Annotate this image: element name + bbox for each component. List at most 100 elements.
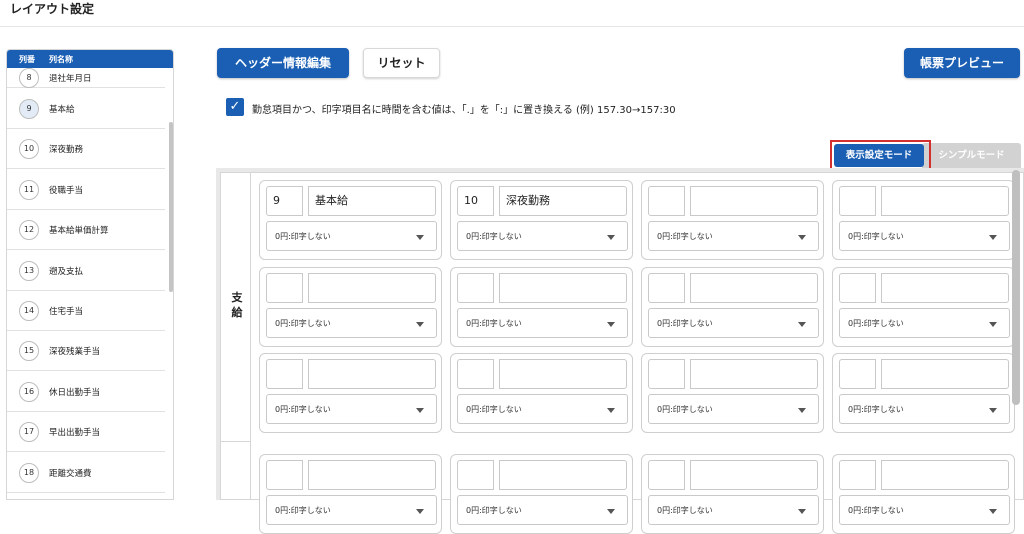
column-number-badge: 15 <box>19 340 39 361</box>
item-number-field[interactable]: 9 <box>266 186 303 216</box>
item-number-field[interactable] <box>266 460 303 490</box>
main-scrollbar[interactable] <box>1012 170 1020 405</box>
item-name-field[interactable] <box>499 460 627 490</box>
item-number-field[interactable] <box>839 359 876 389</box>
sidebar-item-label: 深夜残業手当 <box>49 346 101 357</box>
header-edit-button[interactable]: ヘッダー情報編集 <box>217 48 349 78</box>
chevron-down-icon <box>798 322 806 327</box>
checkmark-icon: ✓ <box>229 99 241 114</box>
item-number-field[interactable] <box>457 359 494 389</box>
section-label-payment: 支給 <box>231 291 243 319</box>
item-name-field[interactable] <box>690 186 818 216</box>
layout-cell: 0円:印字しない <box>832 454 1015 534</box>
sidebar-item-12[interactable]: 12 基本給単価計算 <box>7 210 165 250</box>
sidebar-item-14[interactable]: 14 住宅手当 <box>7 291 165 331</box>
sidebar-item-10[interactable]: 10 深夜勤務 <box>7 129 165 169</box>
item-name-field[interactable] <box>881 359 1009 389</box>
zero-print-select-value: 0円:印字しない <box>657 405 713 414</box>
zero-print-select-value: 0円:印字しない <box>848 506 904 515</box>
zero-print-select[interactable]: 0円:印字しない <box>266 394 437 424</box>
column-list-sidebar: 列番 列名称 8 退社年月日 9 基本給 10 深夜勤務 11 役職手当 12 基本給単価計算 13… <box>6 49 174 500</box>
zero-print-select[interactable]: 0円:印字しない <box>839 308 1010 338</box>
zero-print-select[interactable]: 0円:印字しない <box>839 221 1010 251</box>
zero-print-select[interactable]: 0円:印字しない <box>457 221 628 251</box>
zero-print-select-value: 0円:印字しない <box>848 405 904 414</box>
zero-print-select[interactable]: 0円:印字しない <box>839 394 1010 424</box>
tab-simple-mode[interactable]: シンプルモード <box>922 143 1021 169</box>
item-number-field[interactable] <box>839 460 876 490</box>
layout-cell: 0円:印字しない <box>259 454 442 534</box>
chevron-down-icon <box>416 322 424 327</box>
item-number-field[interactable] <box>266 273 303 303</box>
sidebar-item-15[interactable]: 15 深夜残業手当 <box>7 331 165 371</box>
column-number-badge: 18 <box>19 462 39 483</box>
reset-button[interactable]: リセット <box>363 48 440 78</box>
preview-button[interactable]: 帳票プレビュー <box>904 48 1020 78</box>
zero-print-select[interactable]: 0円:印字しない <box>457 394 628 424</box>
zero-print-select-value: 0円:印字しない <box>275 232 331 241</box>
zero-print-select[interactable]: 0円:印字しない <box>648 308 819 338</box>
header-column-name: 列名称 <box>49 55 73 64</box>
item-number-field[interactable] <box>648 460 685 490</box>
item-number-field[interactable] <box>839 273 876 303</box>
item-number-field[interactable] <box>648 359 685 389</box>
layout-cell: 0円:印字しない <box>259 267 442 347</box>
item-name-field[interactable] <box>308 359 436 389</box>
chevron-down-icon <box>798 235 806 240</box>
zero-print-select-value: 0円:印字しない <box>466 506 522 515</box>
layout-grid-panel: 支給 9 基本給 0円:印字しない 10 深夜勤務 0円:印字しない 0円:印字しない 0円:… <box>216 168 1024 534</box>
layout-cell: 0円:印字しない <box>832 180 1015 260</box>
replace-time-label: 勤怠項目かつ、印字項目名に時間を含む値は、「.」を「:」に置き換える (例) 1… <box>252 105 676 116</box>
column-number-badge: 10 <box>19 138 39 159</box>
item-name-field[interactable] <box>881 273 1009 303</box>
sidebar-item-label: 遡及支払 <box>49 266 84 277</box>
column-number-badge: 11 <box>19 179 39 200</box>
sidebar-item-label: 基本給 <box>49 104 75 115</box>
item-name-field[interactable] <box>690 359 818 389</box>
item-name-field[interactable] <box>499 359 627 389</box>
item-name-field[interactable]: 深夜勤務 <box>499 186 627 216</box>
sidebar-item-13[interactable]: 13 遡及支払 <box>7 251 165 291</box>
sidebar-item-8[interactable]: 8 退社年月日 <box>7 67 165 88</box>
layout-grid: 支給 9 基本給 0円:印字しない 10 深夜勤務 0円:印字しない 0円:印字しない 0円:… <box>220 172 1024 534</box>
sidebar-item-label: 退社年月日 <box>49 73 92 84</box>
zero-print-select[interactable]: 0円:印字しない <box>457 308 628 338</box>
sidebar-item-label: 早出出勤手当 <box>49 427 101 438</box>
item-number-field[interactable]: 10 <box>457 186 494 216</box>
item-number-field[interactable] <box>648 186 685 216</box>
item-number-field[interactable] <box>457 460 494 490</box>
zero-print-select[interactable]: 0円:印字しない <box>266 308 437 338</box>
zero-print-select[interactable]: 0円:印字しない <box>648 221 819 251</box>
zero-print-select-value: 0円:印字しない <box>466 405 522 414</box>
item-number-field[interactable] <box>839 186 876 216</box>
zero-print-select[interactable]: 0円:印字しない <box>266 221 437 251</box>
sidebar-item-9[interactable]: 9 基本給 <box>7 89 165 129</box>
layout-cell: 0円:印字しない <box>641 180 824 260</box>
item-name-field[interactable] <box>690 273 818 303</box>
sidebar-item-16[interactable]: 16 休日出勤手当 <box>7 372 165 412</box>
sidebar-header: 列番 列名称 <box>7 50 173 68</box>
item-name-field[interactable] <box>308 273 436 303</box>
item-name-field[interactable] <box>881 460 1009 490</box>
item-name-field[interactable] <box>881 186 1009 216</box>
layout-cell: 0円:印字しない <box>641 454 824 534</box>
chevron-down-icon <box>798 408 806 413</box>
item-number-field[interactable] <box>457 273 494 303</box>
sidebar-item-18[interactable]: 18 距離交通費 <box>7 453 165 493</box>
layout-cell: 0円:印字しない <box>450 454 633 534</box>
sidebar-item-11[interactable]: 11 役職手当 <box>7 170 165 210</box>
sidebar-scrollbar[interactable] <box>169 122 173 292</box>
item-name-field[interactable] <box>499 273 627 303</box>
page-title: レイアウト設定 <box>10 2 95 16</box>
sidebar-item-label: 深夜勤務 <box>49 144 84 155</box>
replace-time-checkbox[interactable]: ✓ <box>226 98 244 116</box>
item-number-field[interactable] <box>266 359 303 389</box>
sidebar-item-17[interactable]: 17 早出出勤手当 <box>7 412 165 452</box>
zero-print-select-value: 0円:印字しない <box>848 232 904 241</box>
item-name-field[interactable] <box>308 460 436 490</box>
zero-print-select[interactable]: 0円:印字しない <box>648 394 819 424</box>
sidebar-item-label: 基本給単価計算 <box>49 225 109 236</box>
item-name-field[interactable]: 基本給 <box>308 186 436 216</box>
item-name-field[interactable] <box>690 460 818 490</box>
item-number-field[interactable] <box>648 273 685 303</box>
